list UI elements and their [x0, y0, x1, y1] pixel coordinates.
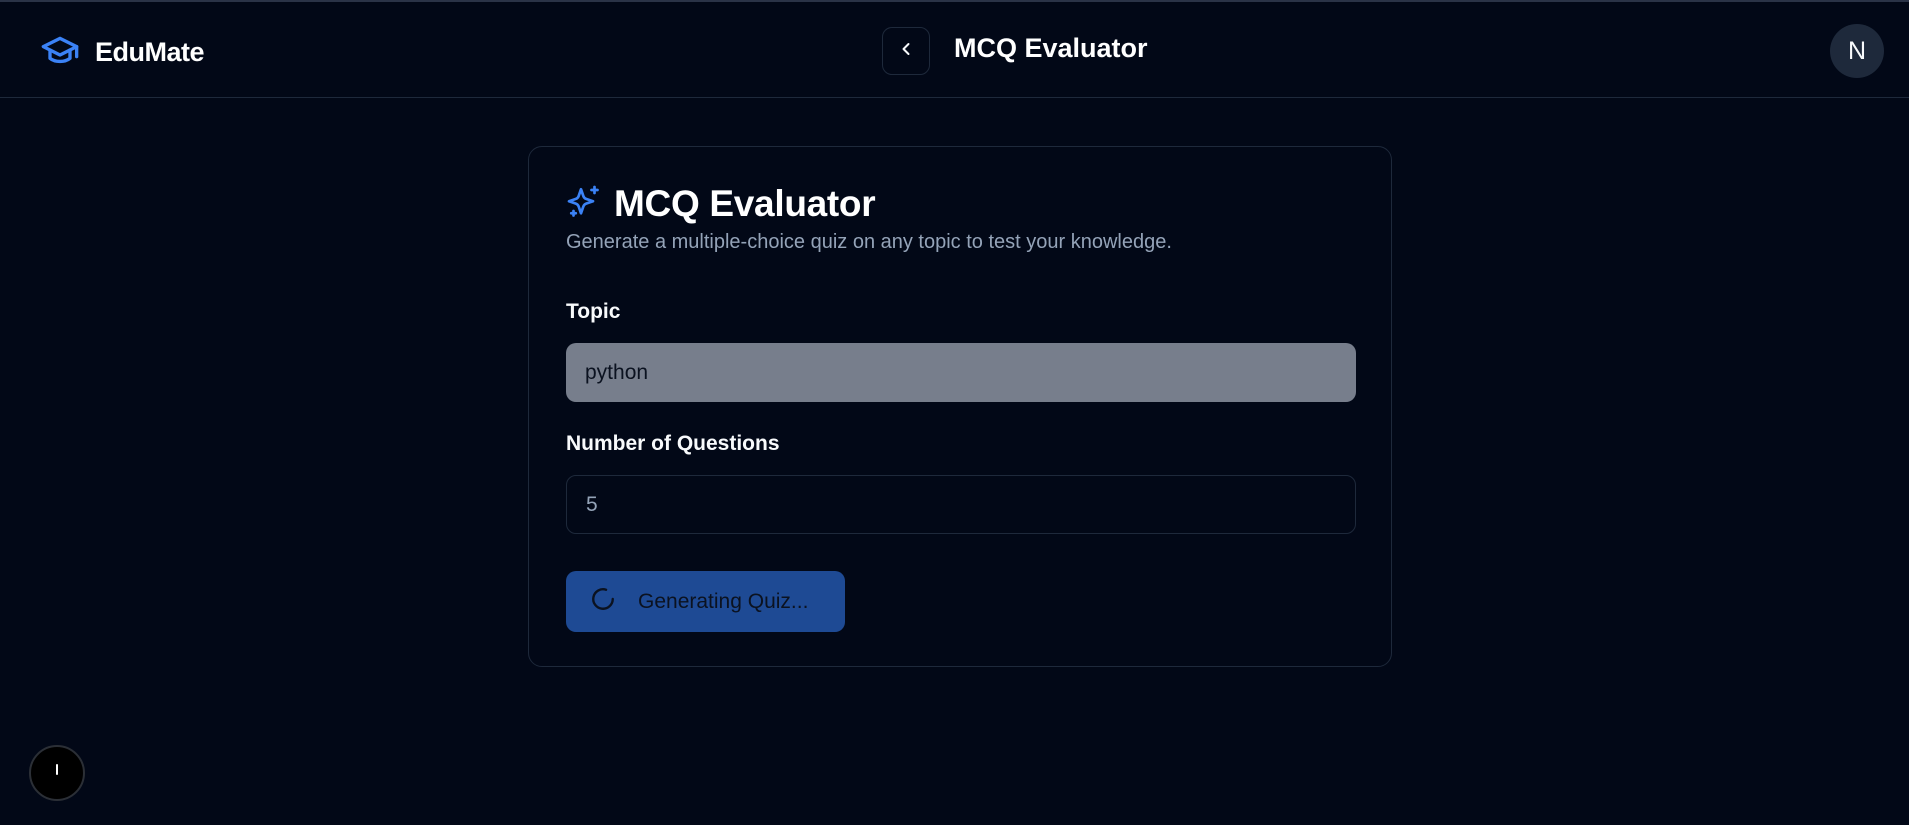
user-avatar[interactable]: N: [1830, 24, 1884, 78]
topic-label: Topic: [566, 300, 621, 323]
questions-count-input[interactable]: 5: [566, 475, 1356, 534]
generate-quiz-button[interactable]: Generating Quiz...: [566, 571, 845, 632]
brand-name: EduMate: [95, 37, 205, 67]
exclamation-icon: [52, 762, 62, 785]
brand-logo[interactable]: EduMate: [37, 30, 205, 75]
generate-quiz-label: Generating Quiz...: [638, 589, 809, 613]
card-subtitle: Generate a multiple-choice quiz on any t…: [566, 231, 1172, 253]
back-button[interactable]: [882, 27, 930, 75]
chevron-left-icon: [896, 39, 916, 64]
card-header: MCQ Evaluator: [566, 183, 876, 225]
card-title: MCQ Evaluator: [614, 183, 876, 224]
mcq-form-card: MCQ Evaluator Generate a multiple-choice…: [528, 146, 1392, 667]
questions-label: Number of Questions: [566, 432, 780, 455]
page-title: MCQ Evaluator: [954, 33, 1148, 63]
graduation-cap-icon: [37, 30, 83, 75]
sparkles-icon: [566, 184, 602, 225]
topic-input[interactable]: python: [566, 343, 1356, 402]
app-header: EduMate MCQ Evaluator N: [0, 2, 1909, 98]
spinner-icon: [590, 586, 616, 617]
floating-action-button[interactable]: [29, 745, 85, 801]
